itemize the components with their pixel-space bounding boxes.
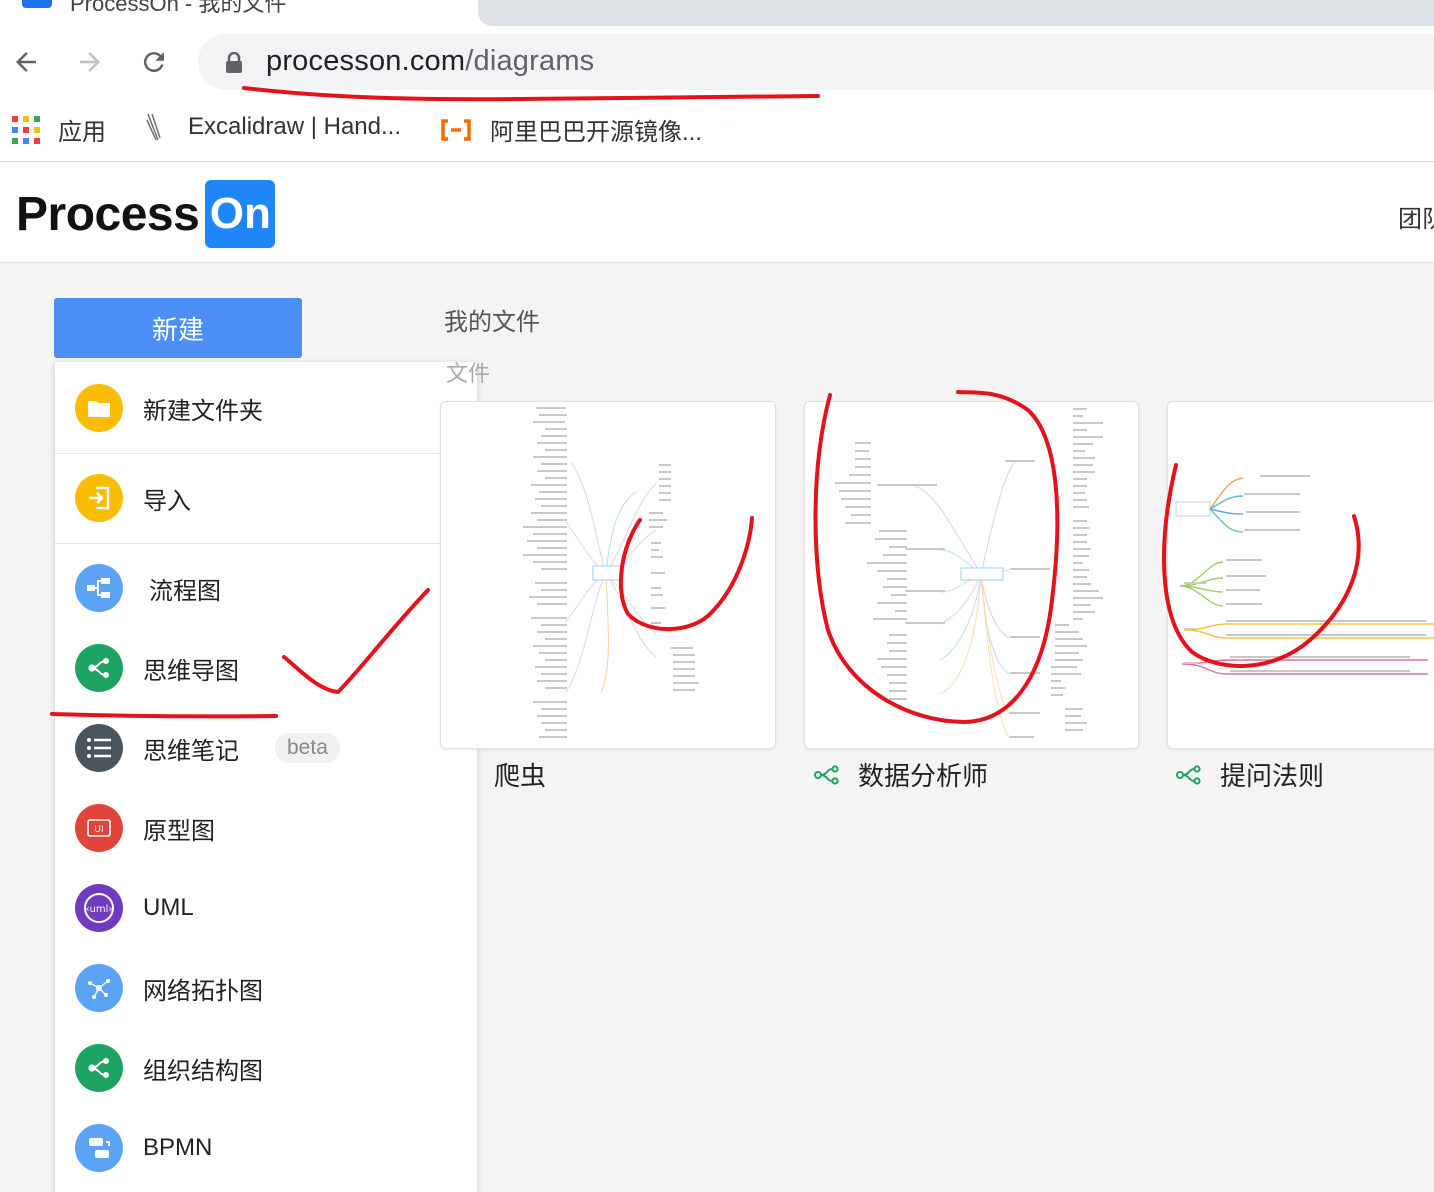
menu-item-bpmn[interactable]: BPMN bbox=[55, 1108, 477, 1188]
mindmap-icon bbox=[75, 644, 123, 692]
file-title-crawler[interactable]: 爬虫 bbox=[494, 756, 546, 793]
menu-item-label: 思维笔记 bbox=[143, 737, 239, 765]
app-header: Process On 团队 bbox=[0, 163, 1434, 263]
file-title-data-analyst[interactable]: 数据分析师 bbox=[814, 756, 988, 793]
ui-prototype-icon: UI bbox=[75, 804, 123, 852]
menu-item-label: UML bbox=[143, 894, 194, 921]
menu-item-label: 思维导图 bbox=[143, 657, 239, 685]
flowchart-icon bbox=[75, 564, 123, 612]
menu-item-import[interactable]: 导入 bbox=[55, 458, 477, 538]
uml-icon: ‹uml› bbox=[75, 884, 123, 932]
browser-tabstrip: ProcessOn - 我的文件 bbox=[0, 0, 1434, 28]
menu-item-flowchart[interactable]: 流程图 bbox=[55, 548, 477, 628]
bookmark-apps-label: 应用 bbox=[58, 119, 106, 146]
browser-toolbar: processon.com/diagrams bbox=[0, 28, 1434, 98]
address-bar[interactable]: processon.com/diagrams bbox=[198, 34, 1434, 90]
bookmark-excalidraw[interactable]: Excalidraw | Hand... bbox=[144, 112, 401, 142]
alibaba-icon bbox=[440, 118, 472, 141]
breadcrumb[interactable]: 我的文件 bbox=[444, 302, 540, 337]
file-title-label: 数据分析师 bbox=[858, 761, 989, 791]
file-card-crawler[interactable] bbox=[440, 401, 776, 749]
url-path: /diagrams bbox=[465, 45, 595, 77]
org-chart-icon bbox=[75, 1044, 123, 1092]
bpmn-icon bbox=[75, 1124, 123, 1172]
svg-text:UI: UI bbox=[94, 825, 103, 835]
menu-item-network[interactable]: 网络拓扑图 bbox=[55, 948, 477, 1028]
processon-logo[interactable]: Process On bbox=[16, 180, 276, 248]
logo-process-text: Process bbox=[16, 187, 200, 241]
menu-item-label: 新建文件夹 bbox=[143, 397, 263, 425]
mindmap-thumbnail bbox=[523, 407, 699, 738]
url-text[interactable]: processon.com/diagrams bbox=[266, 45, 594, 78]
import-icon bbox=[75, 474, 123, 522]
new-button[interactable]: 新建 bbox=[54, 298, 302, 358]
svg-text:‹uml›: ‹uml› bbox=[86, 904, 113, 915]
menu-item-label: 导入 bbox=[143, 487, 191, 515]
bookmark-alibaba[interactable]: 阿里巴巴开源镜像... bbox=[440, 112, 702, 147]
file-card-questioning-rules[interactable] bbox=[1167, 401, 1434, 749]
list-icon bbox=[75, 724, 123, 772]
apps-grid-icon bbox=[12, 115, 40, 144]
menu-item-mind-notes[interactable]: 思维笔记 beta bbox=[55, 708, 477, 788]
excalidraw-icon bbox=[144, 112, 164, 142]
lock-icon[interactable] bbox=[224, 51, 244, 79]
back-arrow-icon[interactable] bbox=[6, 42, 46, 82]
section-label: 文件 bbox=[446, 361, 491, 386]
beta-badge: beta bbox=[275, 733, 340, 763]
bookmark-apps[interactable]: 应用 bbox=[12, 112, 106, 147]
mindmap-thumbnail bbox=[835, 408, 1103, 739]
processon-favicon-icon bbox=[22, 0, 52, 8]
url-host: processon.com bbox=[266, 45, 466, 77]
bookmarks-bar: 应用 Excalidraw | Hand... 阿里巴巴开源镜像... bbox=[0, 98, 1434, 162]
mindmap-icon bbox=[814, 764, 840, 785]
logo-on-badge: On bbox=[205, 180, 276, 248]
new-dropdown-menu: 新建文件夹 导入 流程图 思维导图 思维笔记 beta UI 原型图 ‹uml›… bbox=[55, 362, 477, 1192]
team-link[interactable]: 团队 bbox=[1398, 199, 1434, 234]
menu-divider bbox=[55, 543, 477, 544]
menu-item-uml[interactable]: ‹uml› UML bbox=[55, 868, 477, 948]
network-icon bbox=[75, 964, 123, 1012]
menu-item-prototype[interactable]: UI 原型图 bbox=[55, 788, 477, 868]
bookmark-alibaba-label: 阿里巴巴开源镜像... bbox=[490, 119, 703, 146]
active-tab-title[interactable]: ProcessOn - 我的文件 bbox=[70, 0, 286, 18]
mindmap-icon bbox=[1176, 764, 1202, 785]
bookmark-excalidraw-label: Excalidraw | Hand... bbox=[188, 113, 401, 140]
menu-item-label: 组织结构图 bbox=[143, 1057, 263, 1085]
file-card-data-analyst[interactable] bbox=[804, 401, 1139, 749]
menu-item-label: 原型图 bbox=[143, 817, 215, 845]
menu-item-label: 网络拓扑图 bbox=[143, 977, 263, 1005]
menu-item-label: 流程图 bbox=[149, 577, 221, 605]
file-title-label: 爬虫 bbox=[494, 761, 547, 791]
folder-icon bbox=[75, 384, 123, 432]
file-title-questioning-rules[interactable]: 提问法则 bbox=[1176, 756, 1324, 793]
menu-item-label: BPMN bbox=[143, 1134, 213, 1161]
menu-item-mindmap[interactable]: 思维导图 bbox=[55, 628, 477, 708]
reload-icon[interactable] bbox=[134, 42, 174, 82]
mindmap-thumbnail bbox=[1175, 475, 1434, 675]
menu-divider bbox=[55, 453, 477, 454]
file-title-label: 提问法则 bbox=[1220, 761, 1325, 791]
menu-item-new-folder[interactable]: 新建文件夹 bbox=[55, 368, 477, 448]
inactive-tab[interactable] bbox=[478, 0, 1434, 26]
forward-arrow-icon[interactable] bbox=[70, 42, 110, 82]
menu-item-org-chart[interactable]: 组织结构图 bbox=[55, 1028, 477, 1108]
